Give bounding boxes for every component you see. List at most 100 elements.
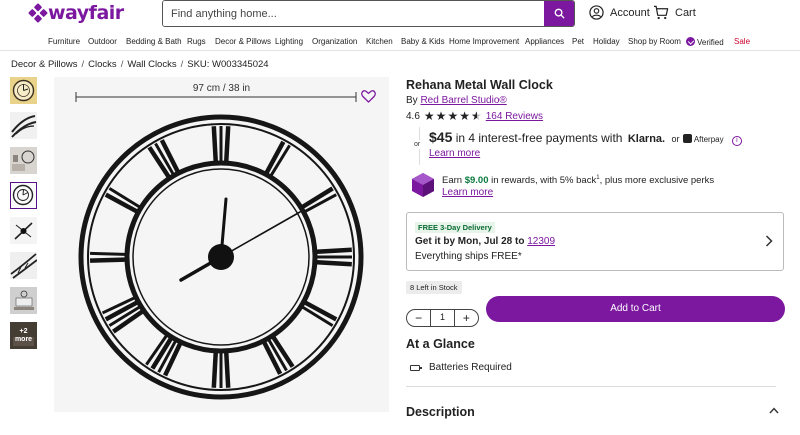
numeral-bar bbox=[211, 126, 218, 162]
description-heading[interactable]: Description bbox=[406, 405, 475, 419]
zip-code-link[interactable]: 12309 bbox=[527, 236, 555, 247]
rewards-prefix: Earn bbox=[442, 175, 463, 187]
thumbnail-2[interactable] bbox=[10, 112, 37, 139]
nav-appliances[interactable]: Appliances bbox=[525, 37, 564, 46]
thumbnail-3[interactable] bbox=[10, 147, 37, 174]
rewards-text: Earn $9.00 in rewards, with 5% back1, pl… bbox=[442, 175, 714, 186]
nav-baby-kids[interactable]: Baby & Kids bbox=[401, 37, 445, 46]
nav-holiday[interactable]: Holiday bbox=[593, 37, 620, 46]
thumb-clock-side bbox=[10, 253, 37, 279]
rewards-learn-more[interactable]: Learn more bbox=[442, 187, 493, 198]
section-divider bbox=[406, 386, 776, 387]
search-icon bbox=[554, 8, 565, 19]
installment-text: in 4 interest-free payments bbox=[455, 131, 598, 145]
nav-verified-label: Verified bbox=[697, 38, 724, 47]
clock-hands bbox=[179, 197, 301, 282]
wayfair-logo[interactable]: wayfair bbox=[28, 2, 124, 24]
category-nav: Furniture Outdoor Bedding & Bath Rugs De… bbox=[0, 34, 800, 51]
or-afterpay: or bbox=[671, 134, 680, 144]
thumb-clock-hands bbox=[14, 222, 33, 240]
nav-verified[interactable]: Verified bbox=[686, 37, 724, 47]
reviews-link[interactable]: 164 Reviews bbox=[486, 111, 543, 122]
quantity-value[interactable]: 1 bbox=[430, 310, 455, 326]
rewards-tail: , plus more exclusive perks bbox=[599, 175, 715, 187]
half-star-icon: ★ bbox=[470, 109, 482, 123]
nav-organization[interactable]: Organization bbox=[312, 37, 357, 46]
stock-badge: 8 Left in Stock bbox=[406, 281, 462, 294]
free-shipping-text: Everything ships FREE* bbox=[415, 251, 522, 262]
nav-rugs[interactable]: Rugs bbox=[187, 37, 206, 46]
batteries-required-row: Batteries Required bbox=[410, 362, 512, 373]
info-icon[interactable]: i bbox=[731, 136, 742, 146]
breadcrumb-clocks[interactable]: Clocks bbox=[88, 59, 117, 70]
thumbnail-4[interactable] bbox=[10, 182, 37, 209]
with-label: with bbox=[601, 131, 623, 145]
thumbnail-1[interactable] bbox=[10, 77, 37, 104]
account-icon bbox=[589, 5, 604, 20]
delivery-badge: FREE 3-Day Delivery bbox=[415, 222, 495, 233]
breadcrumb-wall-clocks[interactable]: Wall Clocks bbox=[127, 59, 176, 70]
or-label: or bbox=[414, 140, 421, 149]
account-link[interactable]: Account bbox=[589, 5, 650, 20]
afterpay-icon bbox=[682, 134, 692, 143]
cart-icon bbox=[653, 5, 669, 20]
nav-lighting[interactable]: Lighting bbox=[275, 37, 303, 46]
thumbnail-6[interactable] bbox=[10, 252, 37, 279]
star-icon: ★ bbox=[447, 109, 459, 123]
at-a-glance-heading: At a Glance bbox=[406, 337, 475, 351]
star-icon: ★ bbox=[435, 109, 447, 123]
breadcrumb-separator: / bbox=[120, 59, 124, 70]
nav-decor-pillows[interactable]: Decor & Pillows bbox=[215, 37, 271, 46]
nav-pet[interactable]: Pet bbox=[572, 37, 584, 46]
thumbnail-5[interactable] bbox=[10, 217, 37, 244]
numeral-bar bbox=[316, 247, 352, 254]
nav-home-improvement[interactable]: Home Improvement bbox=[449, 37, 519, 46]
installment-amount: $45 bbox=[429, 129, 453, 145]
numeral-bar bbox=[211, 352, 218, 388]
thumbnail-more[interactable]: +2 more bbox=[10, 322, 37, 349]
search-input[interactable] bbox=[163, 1, 546, 26]
cart-link[interactable]: Cart bbox=[653, 5, 696, 20]
nav-shop-by-room[interactable]: Shop by Room bbox=[628, 37, 681, 46]
thumb-clock-front bbox=[12, 184, 34, 206]
chevron-up-icon[interactable] bbox=[769, 407, 779, 414]
verified-icon bbox=[686, 37, 695, 46]
search-button[interactable] bbox=[544, 1, 574, 26]
header: wayfair Account Cart bbox=[0, 0, 800, 30]
nav-bedding-bath[interactable]: Bedding & Bath bbox=[126, 37, 182, 46]
nav-sale[interactable]: Sale bbox=[734, 37, 750, 46]
rating-stars: ★ ★ ★ ★ ★ bbox=[423, 109, 482, 123]
breadcrumb: Decor & Pillows / Clocks / Wall Clocks / SKU: … bbox=[11, 59, 269, 70]
account-label: Account bbox=[610, 6, 650, 19]
installment-learn-more[interactable]: Learn more bbox=[429, 148, 480, 159]
nav-furniture[interactable]: Furniture bbox=[48, 37, 80, 46]
thumbnail-7[interactable] bbox=[10, 287, 37, 314]
delivery-card[interactable]: FREE 3-Day Delivery Get it by Mon, Jul 2… bbox=[406, 212, 784, 271]
rewards-cube-icon bbox=[412, 173, 434, 197]
numeral-bar bbox=[89, 257, 126, 263]
main-product-image[interactable]: 97 cm / 38 in bbox=[54, 77, 389, 412]
logo-text: wayfair bbox=[48, 2, 124, 24]
increase-quantity-button[interactable]: + bbox=[455, 310, 478, 326]
nav-kitchen[interactable]: Kitchen bbox=[366, 37, 393, 46]
breadcrumb-separator: / bbox=[180, 59, 184, 70]
decrease-quantity-button[interactable]: − bbox=[407, 310, 430, 326]
favorite-heart-icon[interactable] bbox=[361, 90, 376, 103]
wayfair-logo-icon bbox=[28, 3, 48, 23]
breadcrumb-separator: / bbox=[81, 59, 85, 70]
star-icon: ★ bbox=[423, 109, 435, 123]
breadcrumb-decor-pillows[interactable]: Decor & Pillows bbox=[11, 59, 78, 70]
wall-clock-image bbox=[75, 92, 364, 400]
rating-row: 4.6 ★ ★ ★ ★ ★ 164 Reviews bbox=[406, 109, 543, 123]
rating-value: 4.6 bbox=[406, 111, 420, 122]
product-brand-line: By Red Barrel Studio® bbox=[406, 95, 507, 106]
afterpay-label: Afterpay bbox=[693, 135, 724, 144]
battery-icon bbox=[410, 364, 422, 371]
thumb-room-shelf bbox=[10, 287, 37, 314]
product-title: Rehana Metal Wall Clock bbox=[406, 78, 553, 92]
brand-link[interactable]: Red Barrel Studio® bbox=[420, 95, 506, 106]
installment-offer: $45 in 4 interest-free payments with Kla… bbox=[429, 129, 742, 146]
quantity-stepper: − 1 + bbox=[406, 309, 479, 327]
add-to-cart-button[interactable]: Add to Cart bbox=[486, 296, 785, 322]
nav-outdoor[interactable]: Outdoor bbox=[88, 37, 117, 46]
